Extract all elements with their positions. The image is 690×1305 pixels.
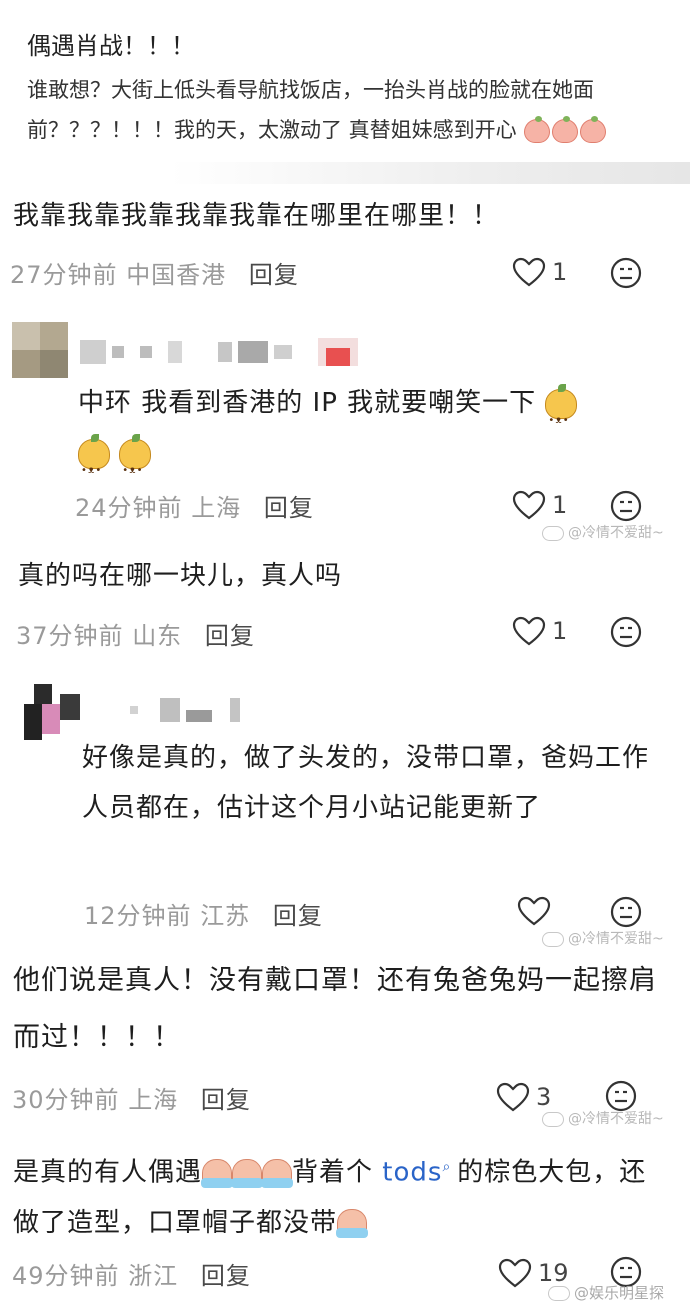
reply-button[interactable]: 回复 [201,1262,251,1290]
peach-emoji-icon [524,116,551,143]
comment-location: 上海 [128,1086,179,1114]
neutral-face-icon[interactable] [610,616,642,648]
post-body-text: 谁敢想？大街上低头看导航找饭店，一抬头肖战的脸就在她面前？？？！！！我的天，太激… [27,78,594,142]
comment-text-part: 是真的有人偶遇 [13,1157,203,1188]
like-count: 3 [536,1083,552,1111]
comment-location: 江苏 [200,902,251,930]
comment-meta: 27分钟前 中国香港 回复 [10,255,299,290]
watermark: @冷情不爱甜~ [542,1108,664,1128]
heart-outline-icon [498,1258,532,1288]
like-count: 1 [552,491,568,519]
neutral-face-icon[interactable] [610,896,642,928]
comment-time: 49分钟前 [12,1262,120,1290]
heart-outline-icon [512,616,546,646]
heart-outline-icon [512,257,546,287]
watermark: @冷情不爱甜~ [542,928,664,948]
like-button[interactable]: 1 [512,255,567,289]
post-title: 偶遇肖战！！！ [27,32,195,60]
watermark: @冷情不爱甜~ [542,522,664,542]
reply-button[interactable]: 回复 [273,902,323,930]
comment-time: 24分钟前 [75,494,183,522]
comment-time: 37分钟前 [16,622,124,650]
comment-location: 中国香港 [126,261,227,289]
avatar[interactable] [12,322,68,378]
neutral-face-icon[interactable] [610,490,642,522]
post-card: 偶遇肖战！！！ 谁敢想？大街上低头看导航找饭店，一抬头肖战的脸就在她面前？？？！… [0,0,690,190]
comment-time: 12分钟前 [84,902,192,930]
heart-outline-icon [517,896,551,926]
like-count: 1 [552,617,568,645]
weibo-logo-icon [542,1111,564,1127]
reply-button[interactable]: 回复 [201,1086,251,1114]
reply-button[interactable]: 回复 [249,261,299,289]
comment-text-content: 中环 我看到香港的 IP 我就要嘲笑一下 [78,388,537,418]
peach-emoji-icon [580,116,607,143]
reply-button[interactable]: 回复 [264,494,314,522]
heart-outline-icon [512,490,546,520]
like-count: 1 [552,258,568,286]
comment-meta: 37分钟前 山东 回复 [16,616,255,651]
tods-link[interactable]: tods [382,1158,442,1188]
comment-time: 27分钟前 [10,261,118,289]
pear-emoji-icon [119,433,152,496]
weibo-logo-icon [548,1286,570,1301]
username-blurred[interactable] [130,696,240,724]
comment-text: 我靠我靠我靠我靠我靠在哪里在哪里！！ [13,201,500,231]
avatar[interactable] [24,684,80,740]
like-button[interactable]: 1 [512,614,567,648]
comment-time: 30分钟前 [12,1086,120,1114]
comment-location: 山东 [132,622,183,650]
comment-meta: 12分钟前 江苏 回复 [84,896,323,931]
like-button[interactable] [517,894,557,928]
watermark: @娱乐明星探 [548,1282,664,1303]
comment-text: 他们说是真人！没有戴口罩！还有兔爸兔妈一起擦肩而过！！！！ [13,965,657,1053]
comment-text: 好像是真的，做了头发的，没带口罩，爸妈工作人员都在，估计这个月小站记能更新了 [82,743,650,823]
pear-emoji-icon [78,433,110,496]
comment-text: 是真的有人偶遇 背着个 tods⌕ 的棕色大包，还做了造型，口罩帽子都没带 [13,1142,673,1248]
pear-emoji-icon [545,383,578,446]
like-button[interactable]: 1 [512,488,567,522]
comment-meta: 24分钟前 上海 回复 [75,488,314,523]
comment-text: 真的吗在哪一块儿，真人吗 [18,561,343,591]
peach-emoji-icon [552,116,579,143]
comment-meta: 30分钟前 上海 回复 [12,1080,251,1115]
post-fade-overlay [170,162,690,184]
weibo-logo-icon [542,525,564,541]
crying-emoji-icon [231,1159,264,1189]
comment-text: 中环 我看到香港的 IP 我就要嘲笑一下 [78,378,678,496]
comment-location: 浙江 [128,1262,179,1290]
heart-outline-icon [496,1082,530,1112]
search-magnifier-icon[interactable]: ⌕ [442,1159,451,1175]
reply-button[interactable]: 回复 [205,622,255,650]
weibo-logo-icon [542,931,564,947]
username-blurred[interactable] [80,338,358,366]
crying-emoji-icon [201,1159,234,1189]
crying-emoji-icon [336,1209,369,1239]
comment-location: 上海 [191,494,242,522]
comment-text-part: 背着个 [292,1157,383,1188]
comment-meta: 49分钟前 浙江 回复 [12,1256,251,1291]
crying-emoji-icon [261,1159,294,1189]
post-body: 谁敢想？大街上低头看导航找饭店，一抬头肖战的脸就在她面前？？？！！！我的天，太激… [27,70,652,150]
neutral-face-icon[interactable] [610,257,642,289]
